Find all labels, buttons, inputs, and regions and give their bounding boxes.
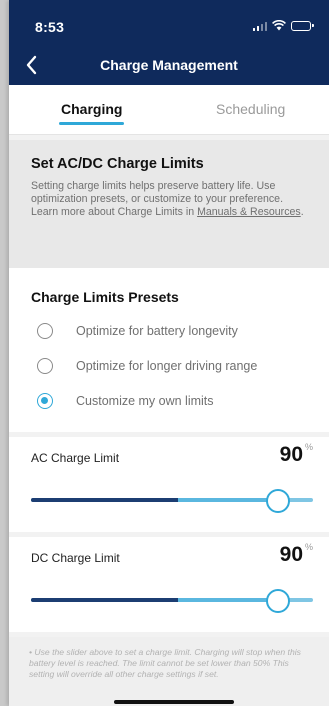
info-text: Setting charge limits helps preserve bat… <box>31 180 307 219</box>
info-end: . <box>300 206 304 218</box>
radio-button[interactable] <box>37 322 53 339</box>
slider-track-filled <box>31 598 178 602</box>
preset-label: Optimize for longer driving range <box>76 358 258 373</box>
preset-label: Customize my own limits <box>76 393 214 408</box>
presets-section: Charge Limits Presets Optimize for batte… <box>9 268 329 432</box>
ac-limit-label: AC Charge Limit <box>31 451 120 465</box>
page-title: Charge Management <box>100 57 238 73</box>
footnote-text: • Use the slider above to set a charge l… <box>29 647 301 679</box>
nav-bar: Charge Management <box>9 45 329 85</box>
ac-limit-unit: % <box>304 442 313 452</box>
ac-limit-slider[interactable] <box>31 489 313 513</box>
app-screen: 8:53 Charge Management Charging Scheduli… <box>9 0 329 706</box>
preset-label: Optimize for battery longevity <box>76 323 238 338</box>
wifi-icon <box>272 20 286 31</box>
ac-charge-limit: AC Charge Limit 90 % <box>9 437 329 532</box>
dc-limit-slider[interactable] <box>31 589 313 613</box>
signal-icon <box>252 21 267 31</box>
tab-charging[interactable]: Charging <box>58 101 125 125</box>
preset-driving-range[interactable]: Optimize for longer driving range <box>31 348 307 383</box>
dc-limit-label: DC Charge Limit <box>31 551 120 565</box>
home-indicator <box>114 700 234 704</box>
footnote: • Use the slider above to set a charge l… <box>9 637 329 706</box>
info-heading: Set AC/DC Charge Limits <box>31 156 204 172</box>
slider-thumb[interactable] <box>266 489 290 513</box>
slider-track-active <box>178 498 278 502</box>
manuals-resources-link[interactable]: Manuals & Resources <box>197 206 301 218</box>
tab-scheduling[interactable]: Scheduling <box>216 101 285 117</box>
status-icons <box>252 20 314 31</box>
ac-limit-value: 90 <box>279 443 303 466</box>
slider-thumb[interactable] <box>266 589 290 613</box>
preset-custom-limits[interactable]: Customize my own limits <box>31 383 307 418</box>
dc-limit-unit: % <box>304 542 313 552</box>
dc-charge-limit: DC Charge Limit 90 % <box>9 537 329 632</box>
dc-limit-value: 90 <box>279 543 303 566</box>
slider-track-filled <box>31 498 178 502</box>
status-bar: 8:53 <box>9 0 329 45</box>
battery-icon <box>291 20 314 31</box>
status-time: 8:53 <box>35 19 65 35</box>
radio-button-selected[interactable] <box>37 392 53 409</box>
preset-battery-longevity[interactable]: Optimize for battery longevity <box>31 313 307 348</box>
tab-bar: Charging Scheduling <box>9 85 329 135</box>
radio-button[interactable] <box>37 357 53 374</box>
presets-heading: Charge Limits Presets <box>31 289 179 305</box>
charge-limits-info: Set AC/DC Charge Limits Setting charge l… <box>9 140 329 268</box>
slider-track-active <box>178 598 278 602</box>
